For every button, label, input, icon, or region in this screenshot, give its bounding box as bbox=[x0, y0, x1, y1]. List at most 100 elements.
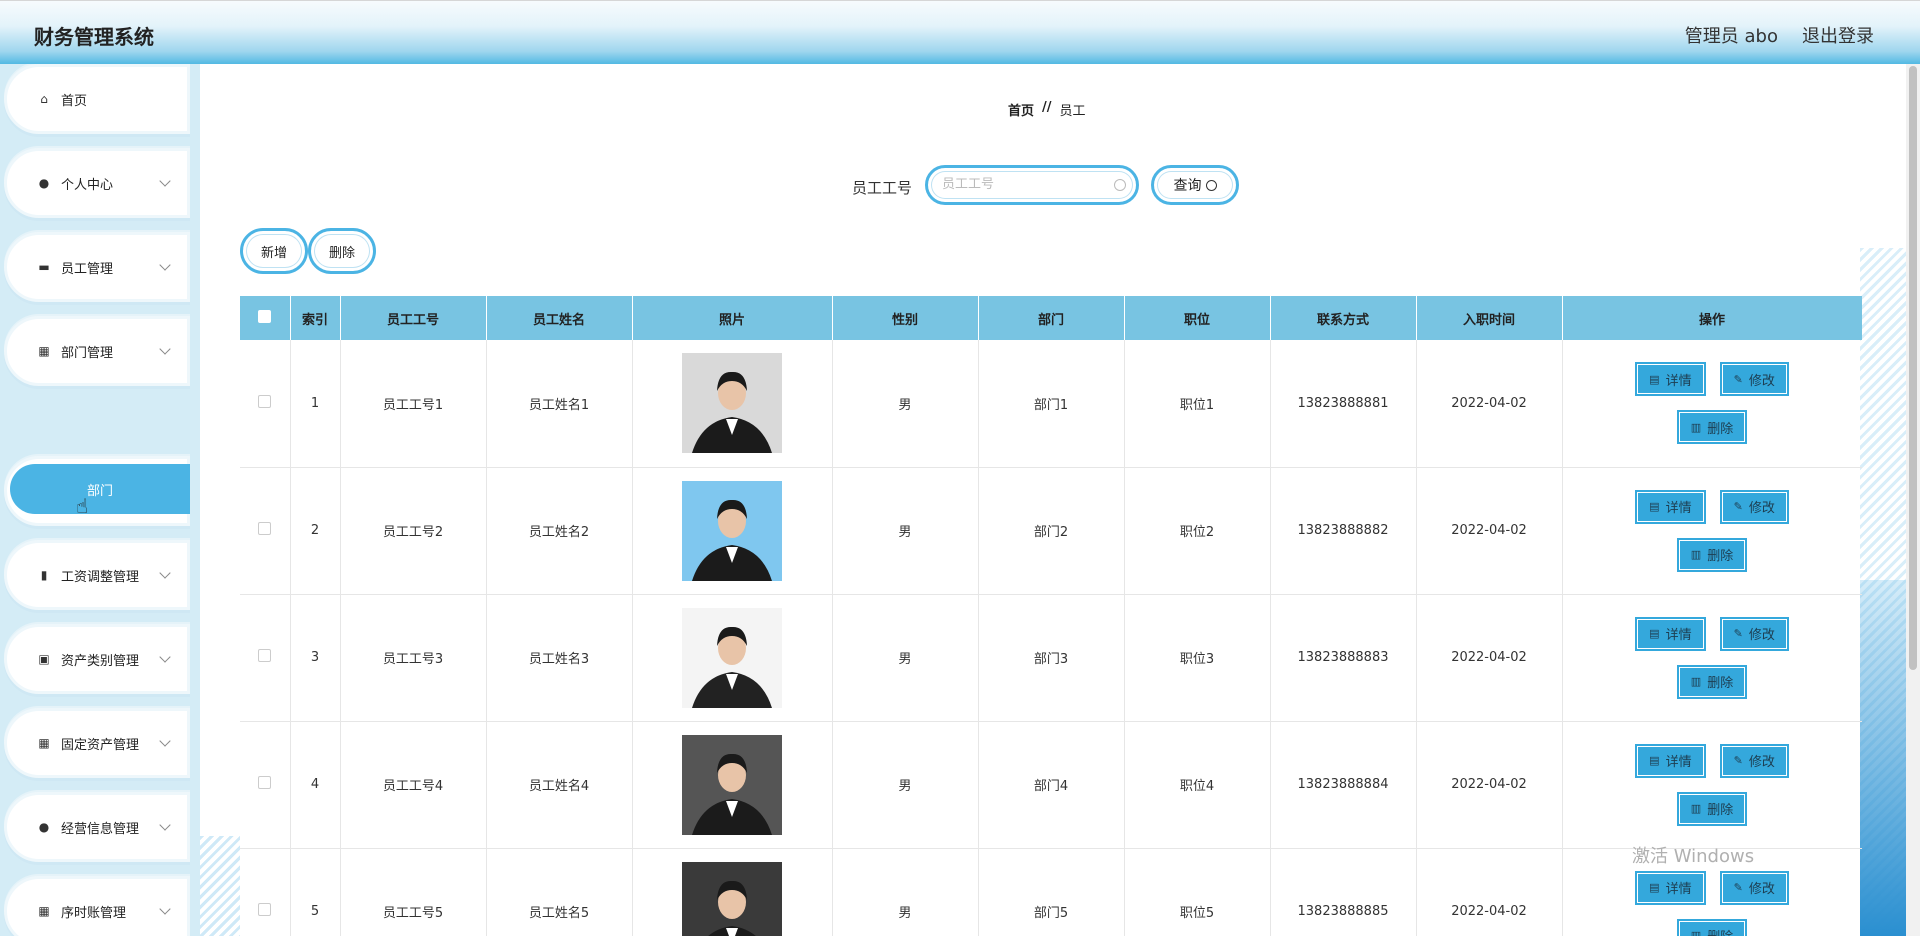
column-header: 员工工号 bbox=[340, 296, 487, 340]
delete-button-label: 删除 bbox=[1707, 549, 1734, 564]
chevron-down-icon bbox=[159, 735, 171, 747]
breadcrumb-separator: // bbox=[1042, 100, 1052, 115]
column-header: 索引 bbox=[290, 296, 341, 340]
chevron-down-icon bbox=[159, 259, 171, 271]
header-select-all[interactable] bbox=[240, 296, 291, 340]
chevron-down-icon bbox=[159, 903, 171, 915]
sidebar-item[interactable]: ▮ 工资调整管理 bbox=[4, 540, 190, 610]
delete-button[interactable]: ▥ 删除 bbox=[1676, 664, 1748, 699]
sidebar-item-label: 首页 bbox=[61, 93, 88, 109]
sidebar-item[interactable]: ▬ 员工管理 bbox=[4, 232, 190, 302]
cell-employee-no: 员工工号3 bbox=[340, 594, 487, 722]
scroll-thumb[interactable] bbox=[1909, 66, 1917, 670]
delete-button[interactable]: ▥ 删除 bbox=[1676, 410, 1748, 445]
sidebar-item-label: 工资调整管理 bbox=[61, 569, 140, 585]
batch-delete-button[interactable]: 删除 bbox=[308, 228, 376, 274]
edit-button[interactable]: ✎ 修改 bbox=[1719, 489, 1789, 524]
query-button[interactable]: 查询 bbox=[1151, 165, 1239, 205]
trash-icon: ▥ bbox=[1690, 929, 1702, 936]
select-all-checkbox[interactable] bbox=[258, 309, 272, 323]
sidebar-item[interactable]: ▦ 部门管理 bbox=[4, 316, 190, 386]
row-select-cell[interactable] bbox=[240, 340, 291, 468]
sidebar-item[interactable]: ▣ 资产类别管理 bbox=[4, 624, 190, 694]
delete-button[interactable]: ▥ 删除 bbox=[1676, 537, 1748, 572]
cell-hire-date: 2022-04-02 bbox=[1416, 340, 1563, 468]
cell-employee-no: 员工工号1 bbox=[340, 340, 487, 468]
delete-button[interactable]: ▥ 删除 bbox=[1676, 918, 1748, 936]
document-icon: ▤ bbox=[1649, 372, 1660, 386]
edit-button[interactable]: ✎ 修改 bbox=[1719, 870, 1789, 905]
cell-department: 部门4 bbox=[978, 721, 1125, 849]
cell-employee-no: 员工工号4 bbox=[340, 721, 487, 849]
cell-employee-name: 员工姓名3 bbox=[486, 594, 633, 722]
sidebar-item[interactable]: ● 个人中心 bbox=[4, 148, 190, 218]
search-input[interactable] bbox=[942, 177, 1102, 192]
add-button[interactable]: 新增 bbox=[240, 228, 308, 274]
detail-button-label: 详情 bbox=[1665, 882, 1692, 897]
row-select-cell[interactable] bbox=[240, 848, 291, 936]
breadcrumb-current: 员工 bbox=[1059, 104, 1086, 119]
sidebar-item[interactable]: ● 经营信息管理 bbox=[4, 792, 190, 862]
row-checkbox[interactable] bbox=[258, 903, 272, 916]
sidebar-item[interactable]: ▦ 固定资产管理 bbox=[4, 708, 190, 778]
sidebar: ⌂首页●个人中心▬员工管理▦部门管理▭员工工资管理▮工资调整管理▣资产类别管理▦… bbox=[0, 64, 200, 936]
cell-employee-name: 员工姓名1 bbox=[486, 340, 633, 468]
delete-button-label: 删除 bbox=[1707, 421, 1734, 437]
edit-button[interactable]: ✎ 修改 bbox=[1719, 743, 1789, 778]
cell-index: 5 bbox=[290, 848, 341, 936]
detail-button-label: 详情 bbox=[1665, 755, 1692, 770]
row-select-cell[interactable] bbox=[240, 721, 291, 849]
cell-phone: 13823888884 bbox=[1270, 721, 1417, 849]
sidebar-item-label: 固定资产管理 bbox=[61, 737, 140, 753]
row-checkbox[interactable] bbox=[258, 522, 272, 535]
delete-button-label: 删除 bbox=[1707, 926, 1733, 936]
employee-photo bbox=[682, 480, 782, 581]
delete-button[interactable]: ▥ 删除 bbox=[1676, 791, 1748, 826]
row-checkbox[interactable] bbox=[258, 394, 272, 408]
row-select-cell[interactable] bbox=[240, 467, 291, 595]
sidebar-item[interactable]: ⌂ 首页 bbox=[4, 64, 190, 134]
cell-photo bbox=[632, 594, 833, 722]
sidebar-item-label: 资产类别管理 bbox=[61, 653, 140, 669]
edit-button[interactable]: ✎ 修改 bbox=[1719, 616, 1789, 651]
row-select-cell[interactable] bbox=[240, 594, 291, 722]
cell-department: 部门5 bbox=[978, 848, 1125, 936]
detail-button[interactable]: ▤ 详情 bbox=[1635, 870, 1706, 905]
detail-button[interactable]: ▤ 详情 bbox=[1635, 362, 1706, 397]
pencil-icon: ✎ bbox=[1733, 627, 1743, 640]
bar-chart-icon: ▮ bbox=[40, 568, 48, 582]
sidebar-subitem-department[interactable]: 部门 bbox=[10, 464, 190, 514]
home-icon: ⌂ bbox=[40, 92, 48, 106]
search-box[interactable] bbox=[925, 165, 1139, 205]
cell-index: 3 bbox=[290, 594, 341, 722]
bulb-icon: ● bbox=[38, 820, 50, 834]
detail-button[interactable]: ▤ 详情 bbox=[1635, 743, 1706, 778]
edit-button[interactable]: ✎ 修改 bbox=[1719, 362, 1789, 397]
breadcrumb-home[interactable]: 首页 bbox=[1008, 100, 1034, 119]
detail-button-label: 详情 bbox=[1665, 501, 1692, 516]
trash-icon: ▥ bbox=[1690, 548, 1702, 561]
top-header: 财务管理系统 管理员 abo 退出登录 bbox=[0, 0, 1920, 64]
page-scrollbar[interactable] bbox=[1906, 64, 1920, 936]
document-icon: ▤ bbox=[1649, 500, 1660, 513]
sidebar-item[interactable]: ▦ 序时账管理 bbox=[4, 876, 190, 936]
windows-activation-watermark: 激活 Windows bbox=[1632, 846, 1755, 867]
detail-button[interactable]: ▤ 详情 bbox=[1635, 616, 1706, 651]
cell-position: 职位2 bbox=[1124, 467, 1271, 595]
cell-operations: ▤ 详情 ✎ 修改 ▥ 删除 bbox=[1562, 594, 1862, 722]
chevron-down-icon bbox=[159, 343, 171, 355]
detail-button[interactable]: ▤ 详情 bbox=[1635, 489, 1706, 524]
trash-icon: ▥ bbox=[1690, 675, 1702, 688]
logout-link[interactable]: 退出登录 bbox=[1802, 22, 1874, 48]
edit-button-label: 修改 bbox=[1748, 882, 1775, 897]
cell-index: 4 bbox=[290, 721, 341, 849]
cell-gender: 男 bbox=[832, 340, 979, 468]
chevron-down-icon bbox=[159, 567, 171, 579]
cell-phone: 13823888885 bbox=[1270, 848, 1417, 936]
table-row: 2 员工工号2 员工姓名2 男部门2 职位2 13823888882 2022-04-02 ▤… bbox=[240, 467, 1862, 595]
row-checkbox[interactable] bbox=[258, 649, 272, 662]
row-checkbox[interactable] bbox=[258, 776, 272, 789]
cell-photo bbox=[632, 848, 833, 936]
sidebar-item-label: 部门管理 bbox=[61, 345, 114, 361]
user-icon: ● bbox=[38, 176, 50, 190]
